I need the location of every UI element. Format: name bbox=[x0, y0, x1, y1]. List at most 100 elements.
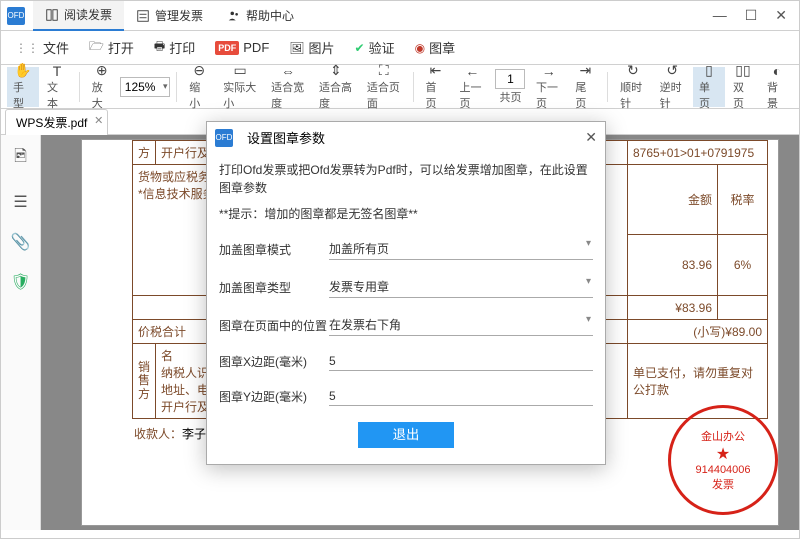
margin-y-row: 图章Y边距(毫米) 5 bbox=[219, 387, 593, 406]
image-button[interactable]: 🖼图片 bbox=[281, 35, 342, 60]
window-controls: — ☐ ✕ bbox=[713, 7, 793, 24]
bg-icon: ◐ bbox=[773, 63, 781, 79]
tab-manage-invoice[interactable]: 管理发票 bbox=[124, 1, 215, 31]
people-icon bbox=[227, 9, 241, 23]
rotate-cw-button[interactable]: ↻顺时针 bbox=[614, 67, 651, 107]
pdf-icon: PDF bbox=[215, 41, 239, 55]
cell: 金额 bbox=[628, 165, 718, 235]
stamp-type-row: 加盖图章类型 发票专用章 bbox=[219, 276, 593, 298]
shield-icon[interactable]: 🛡 bbox=[10, 272, 30, 292]
stamp-button[interactable]: ◉图章 bbox=[407, 35, 464, 60]
next-page-button[interactable]: →下一页 bbox=[530, 67, 567, 107]
doc-tab-label: WPS发票.pdf bbox=[16, 116, 87, 130]
cell: 方 bbox=[133, 141, 156, 165]
cell: 销售方 bbox=[133, 344, 156, 419]
hand-icon: ✋ bbox=[14, 62, 31, 79]
cell: 8765+01>01+0791975 bbox=[628, 141, 768, 165]
invoice-stamp: 金山办公 ★ 914404006 发票 bbox=[668, 405, 778, 515]
double-page-button[interactable]: ▯▯双页 bbox=[727, 67, 759, 107]
dialog-title: 设置图章参数 bbox=[247, 128, 325, 147]
close-tab-icon[interactable]: ✕ bbox=[94, 114, 103, 127]
field-label: 图章Y边距(毫米) bbox=[219, 388, 329, 405]
field-label: 加盖图章类型 bbox=[219, 279, 329, 296]
printer-icon: 🖶 bbox=[154, 37, 165, 58]
open-button[interactable]: 🗁打开 bbox=[81, 34, 142, 61]
dialog-close-icon[interactable]: ✕ bbox=[585, 129, 597, 146]
dialog-hint: **提示：增加的图章都是无签名图章** bbox=[219, 205, 593, 222]
margin-y-input[interactable]: 5 bbox=[329, 387, 593, 406]
app-icon: OFD bbox=[215, 129, 233, 147]
field-label: 图章X边距(毫米) bbox=[219, 353, 329, 370]
stamp-mode-select[interactable]: 加盖所有页 bbox=[329, 238, 593, 260]
outline-icon[interactable]: ☰ bbox=[13, 192, 27, 212]
zoom-in-icon: ⊕ bbox=[96, 62, 108, 79]
page-input[interactable] bbox=[495, 69, 525, 89]
next-icon: → bbox=[542, 63, 556, 79]
image-icon: 🖼 bbox=[289, 41, 304, 55]
check-icon: ✔ bbox=[355, 41, 365, 55]
zoom-in-button[interactable]: ⊕放大 bbox=[86, 67, 118, 107]
last-icon: ⇥ bbox=[580, 62, 592, 79]
first-icon: ⇤ bbox=[430, 62, 442, 79]
folder-icon: 🗁 bbox=[89, 37, 104, 58]
page-number-group: 共页 bbox=[493, 67, 528, 107]
prev-icon: ← bbox=[465, 63, 479, 79]
single-page-button[interactable]: ▯单页 bbox=[693, 67, 725, 107]
stamp-text: 发票 bbox=[712, 476, 734, 492]
stamp-settings-dialog: OFD 设置图章参数 ✕ 打印Ofd发票或把Ofd发票转为Pdf时，可以给发票增… bbox=[206, 121, 606, 465]
tab-read-invoice[interactable]: 阅读发票 bbox=[33, 1, 124, 31]
background-button[interactable]: ◐背景 bbox=[761, 67, 793, 107]
zoom-select[interactable]: 125% bbox=[120, 77, 171, 97]
exit-button[interactable]: 退出 bbox=[358, 422, 454, 448]
maximize-icon[interactable]: ☐ bbox=[745, 7, 758, 24]
rotate-ccw-button[interactable]: ↺逆时针 bbox=[654, 67, 691, 107]
separator bbox=[79, 72, 80, 102]
field-label: 图章在页面中的位置 bbox=[219, 317, 329, 334]
stamp-position-select[interactable]: 在发票右下角 bbox=[329, 314, 593, 336]
text-tool-button[interactable]: T文本 bbox=[41, 67, 73, 107]
title-bar: OFD 阅读发票 管理发票 帮助中心 — ☐ ✕ bbox=[1, 1, 799, 31]
cell: 83.96 bbox=[628, 234, 718, 295]
stamp-code: 914404006 bbox=[695, 464, 750, 476]
ccw-icon: ↺ bbox=[666, 62, 678, 79]
dialog-body: 打印Ofd发票或把Ofd发票转为Pdf时，可以给发票增加图章，在此设置图章参数 … bbox=[207, 153, 605, 464]
fit-page-button[interactable]: ⛶适合页面 bbox=[361, 67, 407, 107]
attachment-icon[interactable]: 📎 bbox=[11, 232, 31, 252]
separator bbox=[413, 72, 414, 102]
double-icon: ▯▯ bbox=[735, 62, 750, 79]
verify-button[interactable]: ✔验证 bbox=[347, 35, 403, 60]
minimize-icon[interactable]: — bbox=[713, 7, 727, 24]
document-tab[interactable]: WPS发票.pdf ✕ bbox=[5, 109, 108, 135]
stamp-mode-row: 加盖图章模式 加盖所有页 bbox=[219, 238, 593, 260]
single-icon: ▯ bbox=[705, 62, 713, 79]
fitpage-icon: ⛶ bbox=[379, 62, 389, 79]
stamp-type-select[interactable]: 发票专用章 bbox=[329, 276, 593, 298]
cell: 单已支付，请勿重复对公打款 bbox=[628, 344, 768, 419]
cw-icon: ↻ bbox=[627, 62, 639, 79]
dialog-title-bar: OFD 设置图章参数 ✕ bbox=[207, 122, 605, 153]
first-page-button[interactable]: ⇤首页 bbox=[420, 67, 452, 107]
tab-label: 阅读发票 bbox=[64, 6, 112, 23]
close-icon[interactable]: ✕ bbox=[775, 7, 787, 24]
last-page-button[interactable]: ⇥尾页 bbox=[569, 67, 601, 107]
tab-help-center[interactable]: 帮助中心 bbox=[215, 1, 306, 31]
fit-height-button[interactable]: ⇕适合高度 bbox=[313, 67, 359, 107]
fitwidth-icon: ⇔ bbox=[281, 63, 295, 79]
dialog-description: 打印Ofd发票或把Ofd发票转为Pdf时，可以给发票增加图章，在此设置图章参数 bbox=[219, 161, 593, 197]
list-icon bbox=[136, 9, 150, 23]
margin-x-input[interactable]: 5 bbox=[329, 352, 593, 371]
hand-tool-button[interactable]: ✋手型 bbox=[7, 67, 39, 107]
file-menu[interactable]: ⋮⋮文件 bbox=[7, 35, 77, 60]
zoom-out-icon: ⊖ bbox=[193, 62, 205, 79]
zoom-out-button[interactable]: ⊖缩小 bbox=[183, 67, 215, 107]
actual-icon: ▭ bbox=[234, 62, 247, 79]
margin-x-row: 图章X边距(毫米) 5 bbox=[219, 352, 593, 371]
tab-label: 帮助中心 bbox=[246, 7, 294, 24]
actual-size-button[interactable]: ▭实际大小 bbox=[217, 67, 263, 107]
prev-page-button[interactable]: ←上一页 bbox=[454, 67, 491, 107]
star-icon: ★ bbox=[716, 444, 730, 464]
print-button[interactable]: 🖶打印 bbox=[146, 34, 203, 61]
fit-width-button[interactable]: ⇔适合宽度 bbox=[265, 67, 311, 107]
thumbnail-icon[interactable]: 🖻 bbox=[14, 145, 27, 172]
pdf-button[interactable]: PDFPDF bbox=[207, 37, 277, 58]
